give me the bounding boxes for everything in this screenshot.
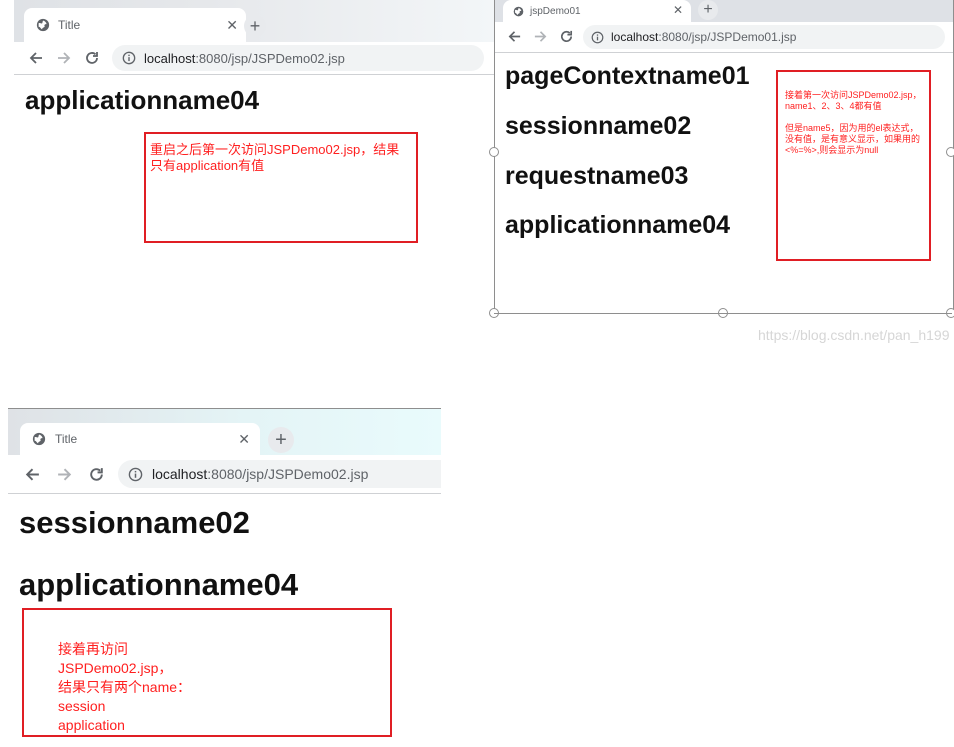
url-path: :8080/jsp/JSPDemo02.jsp [195, 50, 345, 66]
back-arrow-icon[interactable] [28, 50, 44, 66]
tab-strip: jspDemo01 ✕ + [495, 0, 953, 22]
plus-icon: + [703, 1, 713, 18]
close-icon[interactable]: ✕ [226, 17, 238, 34]
close-icon[interactable]: ✕ [673, 3, 683, 17]
annotation-box: 接着再访问 JSPDemo02.jsp， 结果只有两个name： session… [22, 608, 392, 737]
url-host: localhost [152, 466, 208, 482]
tab-title-label: Title [58, 18, 81, 32]
annotation-line: application [58, 717, 125, 733]
heading-pagecontext: pageContextname01 [505, 62, 750, 90]
url-path: :8080/jsp/JSPDemo01.jsp [658, 30, 797, 44]
heading-application: applicationname04 [505, 211, 731, 239]
toolbar-divider [495, 52, 953, 53]
reload-icon[interactable] [559, 29, 574, 44]
tab-strip: Title ✕ + [14, 0, 494, 42]
plus-icon: + [249, 15, 261, 36]
reload-icon[interactable] [84, 50, 100, 66]
heading-request: requestname03 [505, 162, 689, 190]
toolbar: localhost:8080/jsp/JSPDemo01.jsp [495, 22, 953, 52]
heading-session: sessionname02 [505, 112, 692, 140]
watermark: https://blog.csdn.net/pan_h199 [758, 327, 950, 343]
forward-arrow-icon[interactable] [56, 466, 73, 483]
address-bar[interactable]: localhost:8080/jsp/JSPDemo02.jsp [112, 45, 484, 71]
annotation-box: 重启之后第一次访问JSPDemo02.jsp，结果只有application有值 [144, 132, 418, 243]
toolbar: localhost:8080/jsp/JSPDemo02.jsp [8, 455, 441, 493]
annotation-text-1: 接着第一次访问JSPDemo02.jsp，name1、2、3、4都有值 [785, 90, 922, 111]
globe-icon [513, 6, 524, 17]
resize-handle[interactable] [946, 147, 954, 157]
tab-jspdemo01[interactable]: jspDemo01 ✕ [503, 0, 691, 22]
browser-window-a: Title ✕ + localhost:8080/jsp/JSPDemo02.j… [14, 0, 494, 312]
forward-arrow-icon[interactable] [56, 50, 72, 66]
toolbar-divider [14, 74, 494, 75]
back-arrow-icon[interactable] [24, 466, 41, 483]
tab-title[interactable]: Title ✕ [20, 423, 260, 455]
browser-window-b: jspDemo01 ✕ + localhost:8080/jsp/JSPDemo… [494, 0, 954, 315]
selection-line [494, 313, 952, 314]
tab-title[interactable]: Title ✕ [24, 8, 246, 42]
tab-strip: Title ✕ + [8, 409, 441, 455]
annotation-line: JSPDemo02.jsp， [58, 660, 173, 676]
resize-handle[interactable] [489, 147, 499, 157]
annotation-line: 结果只有两个name： [58, 679, 192, 695]
close-icon[interactable]: ✕ [238, 431, 250, 448]
info-icon[interactable] [122, 51, 136, 65]
url-host: localhost [144, 50, 196, 66]
heading-session: sessionname02 [19, 505, 250, 540]
toolbar: localhost:8080/jsp/JSPDemo02.jsp [14, 42, 494, 74]
annotation-line: 接着再访问 [58, 641, 128, 657]
plus-icon: + [275, 428, 287, 451]
annotation-box: 接着第一次访问JSPDemo02.jsp，name1、2、3、4都有值 但是na… [776, 70, 931, 261]
address-bar[interactable]: localhost:8080/jsp/JSPDemo01.jsp [583, 25, 945, 49]
tab-title-label: jspDemo01 [530, 5, 581, 17]
new-tab-button[interactable]: + [244, 15, 266, 37]
annotation-text-2: 但是name5，因为用的el表达式，没有值，是有意义显示，如果用的<%=%>,则… [785, 123, 921, 155]
tab-title-label: Title [55, 432, 78, 446]
browser-window-c: Title ✕ + localhost:8080/jsp/JSPDemo02.j… [8, 408, 441, 747]
url-host: localhost [611, 30, 659, 44]
new-tab-button[interactable]: + [698, 0, 718, 20]
globe-icon [32, 432, 46, 446]
url-path: :8080/jsp/JSPDemo02.jsp [207, 466, 369, 482]
annotation-line: session [58, 698, 106, 714]
info-icon[interactable] [591, 31, 604, 44]
back-arrow-icon[interactable] [507, 29, 522, 44]
globe-icon [36, 18, 50, 32]
heading-application: applicationname04 [19, 567, 299, 602]
info-icon[interactable] [128, 467, 143, 482]
reload-icon[interactable] [88, 466, 105, 483]
address-bar[interactable]: localhost:8080/jsp/JSPDemo02.jsp [118, 460, 441, 488]
page-heading: applicationname04 [25, 85, 260, 115]
new-tab-button[interactable]: + [268, 427, 294, 453]
toolbar-divider [8, 493, 441, 494]
annotation-text: 重启之后第一次访问JSPDemo02.jsp，结果只有application有值 [150, 142, 400, 173]
forward-arrow-icon[interactable] [533, 29, 548, 44]
